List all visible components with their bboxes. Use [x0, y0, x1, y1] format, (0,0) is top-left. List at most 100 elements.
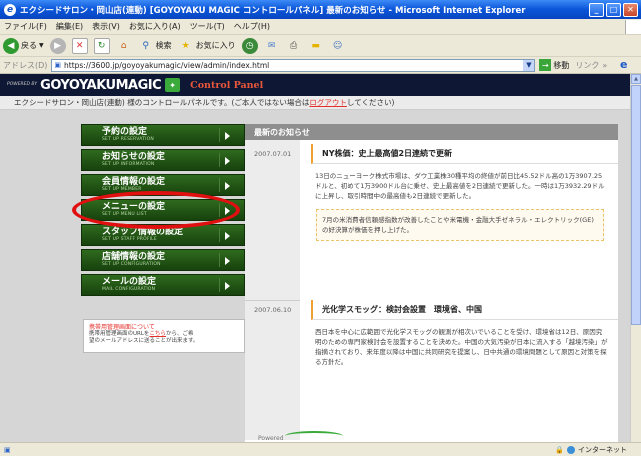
menu-file[interactable]: ファイル(F) — [4, 21, 47, 32]
stop-icon[interactable]: ✕ — [71, 37, 88, 54]
brand-mark-icon: ✦ — [165, 78, 181, 92]
news-heading: 最新のお知らせ — [245, 124, 618, 140]
address-dropdown-icon[interactable]: ▼ — [523, 59, 535, 71]
sidebar-item-sublabel: MAIL CONFIGURATION — [102, 287, 156, 292]
page-icon: ▣ — [54, 61, 62, 69]
note-link[interactable]: こちら — [149, 331, 166, 337]
menu-view[interactable]: 表示(V) — [92, 21, 120, 32]
user-notice: エクシードサロン・岡山店(連動) 様のコントロールパネルです。(ご本人ではない場… — [0, 96, 641, 110]
maximize-button[interactable]: □ — [606, 2, 621, 17]
zone-label: インターネット — [578, 445, 627, 454]
article-title: NY株価：史上最高値2日連続で更新 — [311, 144, 618, 164]
sidebar-item-label: 予約の設定 — [102, 127, 148, 137]
scroll-up-icon[interactable]: ▲ — [631, 74, 641, 84]
article-body: 西日本を中心に広範囲で光化学スモッグの観測が相次いでいることを受け、環境省は12… — [315, 328, 608, 366]
article-title: 光化学スモッグ：検討会設置 環境省、中国 — [311, 300, 618, 320]
windows-flag-icon — [625, 19, 641, 34]
scroll-thumb[interactable] — [631, 85, 641, 325]
menu-help[interactable]: ヘルプ(H) — [234, 21, 270, 32]
vertical-scrollbar[interactable]: ▲ — [630, 74, 641, 442]
note-line2: 望のメールアドレスに送ることが出来ます。 — [89, 338, 199, 344]
divider — [219, 253, 220, 267]
powered-by: POWERED BY — [7, 81, 38, 87]
article-date: 2007.07.01 — [254, 150, 292, 158]
search-label: 検索 — [155, 41, 172, 50]
status-bar: ▣ 🔒 インターネット — [0, 442, 641, 456]
sidebar-item-label: 店舗情報の設定 — [102, 252, 166, 262]
news-panel: 最新のお知らせ 2007.07.01 2007.06.10 NY株価：史上最高値… — [245, 124, 618, 442]
sidebar-item-sublabel: SET UP RESERVATION — [102, 137, 154, 142]
refresh-icon[interactable]: ↻ — [93, 37, 110, 54]
mail-icon[interactable]: ✉ — [264, 38, 280, 54]
notice-suffix: してください) — [346, 98, 395, 107]
back-dropdown-icon[interactable]: ▼ — [39, 42, 44, 49]
arrow-right-icon — [225, 157, 230, 165]
divider — [219, 178, 220, 192]
site-header: POWERED BY GOYOYAKUMAGIC ✦ Control Panel — [0, 74, 641, 96]
footer-logo-icon — [285, 431, 343, 441]
window-title: エクシードサロン・岡山店(連動) [GOYOYAKU MAGIC コントロールパ… — [20, 5, 526, 16]
lock-icon: 🔒 — [555, 445, 564, 454]
toolbar: ◀ 戻る ▼ ▶ ✕ ↻ ⌂ ⚲ 検索 ★ お気に入り ◷ ✉ ⎙ ▬ ☺ — [0, 35, 641, 57]
back-button[interactable]: ◀ 戻る ▼ — [3, 37, 44, 54]
sidebar-item-sublabel: SET UP CONFIGURATION — [102, 262, 161, 267]
arrow-right-icon — [225, 132, 230, 140]
history-icon[interactable]: ◷ — [241, 37, 258, 54]
menubar: ファイル(F) 編集(E) 表示(V) お気に入り(A) ツール(T) ヘルプ(… — [0, 19, 641, 35]
article: 光化学スモッグ：検討会設置 環境省、中国 西日本を中心に広範囲で光化学スモッグの… — [302, 300, 618, 371]
divider — [219, 228, 220, 242]
sidebar-item-store[interactable]: 店舗情報の設定 SET UP CONFIGURATION — [81, 249, 245, 271]
search-button[interactable]: ⚲ 検索 — [138, 38, 172, 54]
address-url: https://3600.jp/goyoyakumagic/view/admin… — [64, 60, 270, 70]
date-column: 2007.07.01 2007.06.10 — [245, 140, 300, 440]
divider — [245, 300, 300, 301]
article-body: 13日のニューヨーク株式市場は、ダウ工業株30種平均の終値が前日比45.52ドル… — [315, 172, 605, 200]
sidebar-item-label: お知らせの設定 — [102, 152, 165, 162]
minimize-button[interactable]: _ — [589, 2, 604, 17]
ie-icon: e — [4, 3, 16, 16]
forward-button[interactable]: ▶ — [49, 37, 66, 54]
go-button[interactable]: → 移動 — [539, 59, 569, 71]
notice-prefix: エクシードサロン・岡山店(連動) 様のコントロールパネルです。(ご本人ではない場… — [14, 98, 310, 107]
highlight-ellipse — [72, 191, 240, 229]
folder-icon[interactable]: ▬ — [308, 38, 324, 54]
menu-edit[interactable]: 編集(E) — [56, 21, 83, 32]
control-panel-title: Control Panel — [190, 79, 264, 91]
sidebar-item-sublabel: SET UP INFORMATION — [102, 162, 155, 167]
favorites-button[interactable]: ★ お気に入り — [178, 38, 236, 54]
divider — [219, 153, 220, 167]
divider — [219, 128, 220, 142]
address-input[interactable]: ▣ https://3600.jp/goyoyakumagic/view/adm… — [51, 58, 536, 72]
page-done-icon: ▣ — [4, 445, 11, 454]
go-label: 移動 — [553, 60, 570, 70]
brand-logo: GOYOYAKUMAGIC — [40, 77, 162, 93]
print-icon[interactable]: ⎙ — [286, 38, 302, 54]
note-title: 携帯用管理画面について — [89, 324, 155, 331]
go-arrow-icon: → — [539, 59, 552, 71]
close-button[interactable]: ✕ — [623, 2, 638, 17]
article-quote: 7月の米消費者信頼感指数が改善したことや米電機・金融大手ゼネラル・エレクトリック… — [316, 209, 604, 241]
menu-tools[interactable]: ツール(T) — [190, 21, 225, 32]
back-arrow-icon: ◀ — [3, 37, 19, 54]
article: NY株価：史上最高値2日連続で更新 13日のニューヨーク株式市場は、ダウ工業株3… — [302, 144, 618, 241]
menu-favorites[interactable]: お気に入り(A) — [129, 21, 181, 32]
home-icon[interactable]: ⌂ — [116, 38, 132, 54]
favorites-label: お気に入り — [195, 41, 236, 50]
arrow-right-icon — [225, 257, 230, 265]
links-button[interactable]: リンク — [575, 60, 599, 71]
sidebar-item-information[interactable]: お知らせの設定 SET UP INFORMATION — [81, 149, 245, 171]
article-date: 2007.06.10 — [254, 306, 292, 314]
messenger-icon[interactable]: ☺ — [330, 38, 346, 54]
links-chevron-icon[interactable]: » — [602, 61, 607, 70]
sidebar-item-reservation[interactable]: 予約の設定 SET UP RESERVATION — [81, 124, 245, 146]
security-zone: 🔒 インターネット — [555, 445, 627, 455]
address-label: アドレス(D) — [3, 60, 48, 70]
logout-link[interactable]: ログアウト — [309, 97, 347, 108]
arrow-right-icon — [225, 182, 230, 190]
sidebar-item-sublabel: SET UP STAFF PROFILE — [102, 237, 157, 242]
address-bar: アドレス(D) ▣ https://3600.jp/goyoyakumagic/… — [0, 57, 641, 74]
arrow-right-icon — [225, 282, 230, 290]
sidebar-item-mail[interactable]: メールの設定 MAIL CONFIGURATION — [81, 274, 245, 296]
sidebar-item-label: メールの設定 — [102, 277, 157, 287]
footer-powered: Powered — [258, 435, 284, 442]
